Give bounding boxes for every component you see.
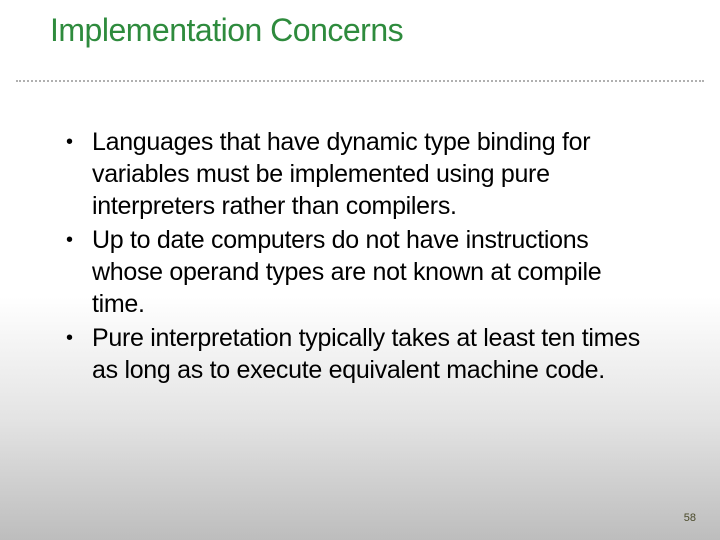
page-number: 58 <box>684 512 696 524</box>
slide: Implementation Concerns Languages that h… <box>0 0 720 540</box>
divider-line <box>16 80 704 82</box>
bullet-list: Languages that have dynamic type binding… <box>60 126 640 386</box>
list-item: Up to date computers do not have instruc… <box>60 224 640 320</box>
list-item: Languages that have dynamic type binding… <box>60 126 640 222</box>
list-item: Pure interpretation typically takes at l… <box>60 322 640 386</box>
slide-body: Languages that have dynamic type binding… <box>60 126 640 388</box>
slide-title: Implementation Concerns <box>50 12 403 49</box>
